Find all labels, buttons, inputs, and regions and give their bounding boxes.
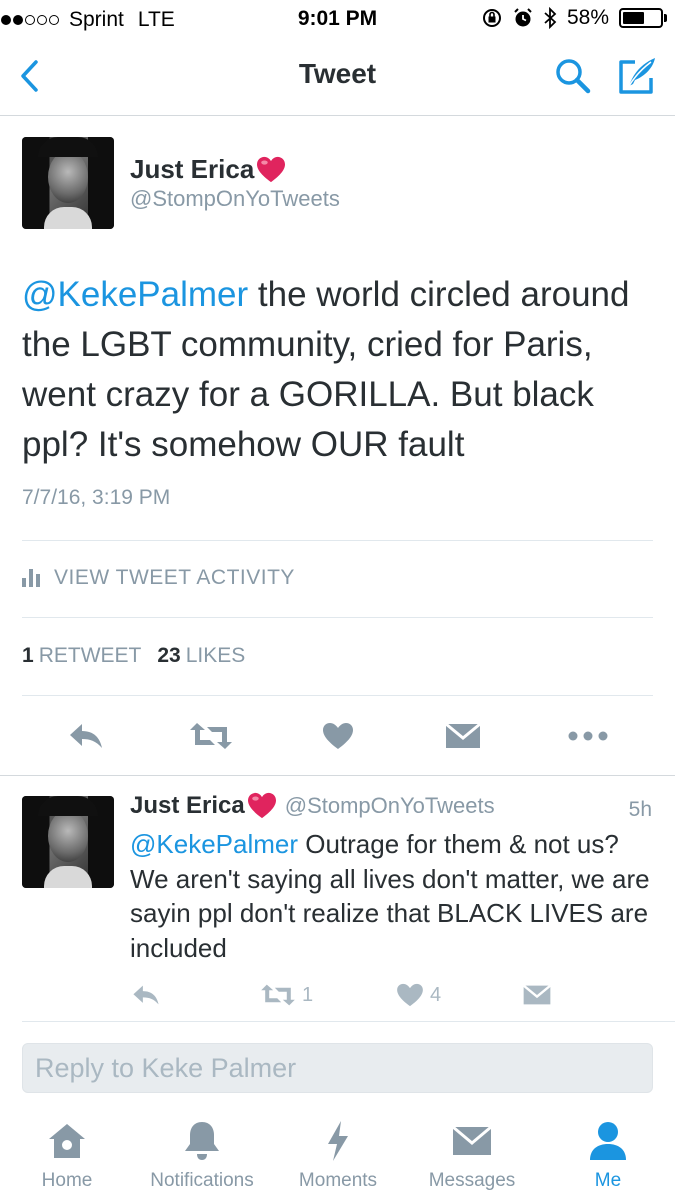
divider [22, 1021, 675, 1022]
battery-percent: 58% [566, 6, 609, 29]
reply-author-name-text: Just Erica [130, 792, 245, 819]
more-dots-icon [568, 731, 608, 741]
author-name-text: Just Erica [130, 154, 255, 184]
status-right: 58% [481, 6, 667, 30]
divider [22, 617, 653, 618]
retweet-label: RETWEET [38, 644, 142, 667]
home-icon [49, 1124, 85, 1158]
envelope-icon [445, 722, 481, 748]
tab-bar: Home Notifications Moments Messages Me [0, 1112, 675, 1200]
reply-text: @KekePalmer Outrage for them & not us? W… [130, 827, 660, 965]
tab-label: Notifications [150, 1170, 254, 1191]
nav-bar: Tweet [0, 38, 675, 116]
reply-button[interactable] [66, 712, 106, 760]
reply-retweet-count: 1 [302, 983, 314, 1006]
lightning-icon [328, 1121, 348, 1161]
view-tweet-activity-button[interactable]: VIEW TWEET ACTIVITY [22, 566, 295, 590]
activity-label: VIEW TWEET ACTIVITY [54, 566, 295, 589]
like-label: LIKES [185, 644, 246, 667]
tab-me[interactable]: Me [578, 1112, 638, 1200]
like-button[interactable] [318, 712, 358, 760]
likes-stat[interactable]: 23 LIKES [157, 644, 245, 668]
tab-label: Home [41, 1170, 93, 1191]
tab-moments[interactable]: Moments [292, 1112, 384, 1200]
retweet-count: 1 [22, 644, 34, 667]
retweet-icon [261, 984, 295, 1006]
reply-actions: 1 4 [0, 978, 675, 1012]
reply-header: Just Erica @StompOnYoTweets 5h [130, 792, 655, 821]
orientation-lock-icon [482, 9, 501, 27]
tweet-stats: 1 RETWEET 23 LIKES [22, 644, 245, 668]
heart-icon [323, 723, 353, 749]
avatar[interactable] [22, 137, 114, 229]
bell-icon [185, 1122, 219, 1160]
reply-input[interactable]: Reply to Keke Palmer [22, 1043, 653, 1093]
reply-like-button[interactable]: 4 [396, 978, 441, 1012]
tab-messages[interactable]: Messages [422, 1112, 522, 1200]
author-name[interactable]: Just Erica [130, 154, 286, 185]
heart-icon [397, 983, 423, 1007]
reply-icon [70, 724, 102, 748]
tweet-actions [0, 712, 675, 760]
reply-input-placeholder: Reply to Keke Palmer [35, 1053, 297, 1083]
battery-level [623, 12, 644, 24]
compose-tweet-icon[interactable] [615, 54, 659, 98]
direct-message-button[interactable] [443, 712, 483, 760]
reply-author-handle[interactable]: @StompOnYoTweets [285, 793, 495, 819]
envelope-icon [522, 984, 552, 1005]
retweet-icon [190, 723, 232, 749]
reply-timestamp: 5h [628, 798, 652, 821]
reply-reply-button[interactable] [131, 978, 161, 1012]
heart-emoji-icon [247, 792, 276, 819]
reply-author-name[interactable]: Just Erica [130, 792, 277, 820]
reply-avatar[interactable] [22, 796, 114, 888]
person-icon [590, 1122, 626, 1160]
reply-mention-link[interactable]: @KekePalmer [130, 829, 298, 859]
reply-icon [133, 985, 159, 1005]
author-handle[interactable]: @StompOnYoTweets [130, 186, 340, 212]
status-bar: Sprint LTE 9:01 PM 58% [0, 0, 675, 38]
bar-chart-icon [22, 569, 40, 587]
battery-icon [619, 8, 667, 28]
tab-label: Messages [428, 1170, 516, 1191]
search-icon[interactable] [553, 56, 593, 96]
tab-label: Me [594, 1170, 622, 1191]
envelope-icon [452, 1125, 492, 1155]
divider [22, 540, 653, 541]
divider [22, 695, 653, 696]
tab-home[interactable]: Home [22, 1112, 112, 1200]
more-button[interactable] [566, 712, 610, 760]
tab-notifications[interactable]: Notifications [140, 1112, 264, 1200]
bluetooth-icon [544, 6, 557, 30]
divider [0, 775, 675, 776]
alarm-icon [514, 8, 532, 27]
tweet-timestamp: 7/7/16, 3:19 PM [22, 486, 171, 509]
mention-link[interactable]: @KekePalmer [22, 275, 248, 314]
retweets-stat[interactable]: 1 RETWEET [22, 644, 141, 668]
reply-retweet-button[interactable]: 1 [260, 978, 313, 1012]
heart-emoji-icon [257, 156, 286, 182]
tab-label: Moments [298, 1170, 378, 1191]
like-count: 23 [157, 644, 181, 667]
reply-like-count: 4 [430, 983, 442, 1006]
tweet-text: @KekePalmer the world circled around the… [22, 270, 662, 470]
reply-dm-button[interactable] [522, 978, 552, 1012]
retweet-button[interactable] [188, 712, 234, 760]
